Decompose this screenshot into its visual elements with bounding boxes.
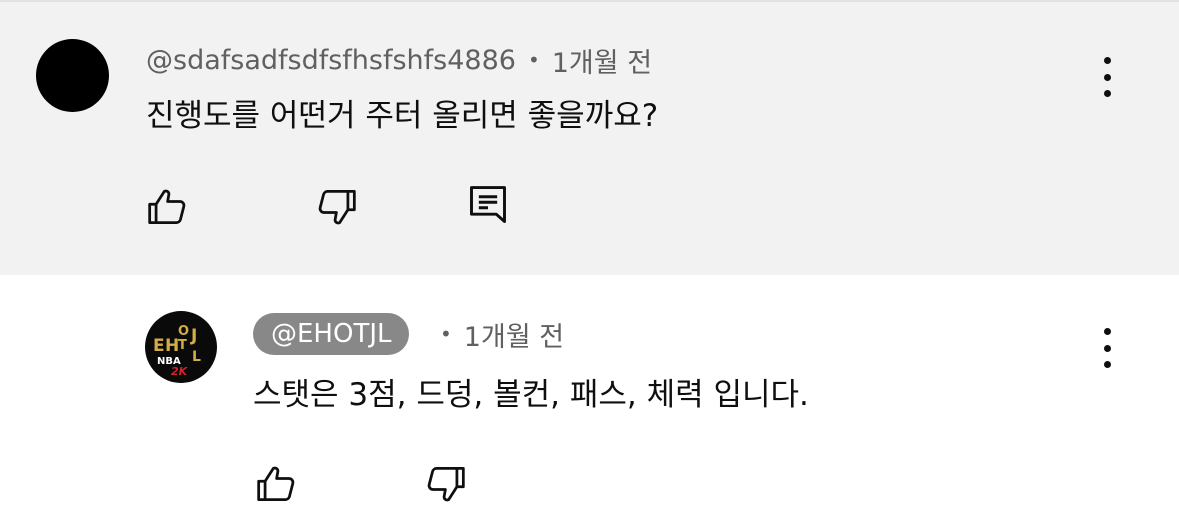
channel-logo-icon: E H O T J L NBA 2K [153, 324, 201, 378]
reply-icon [470, 186, 506, 223]
reply-author[interactable]: @EHOTJL [271, 319, 391, 349]
comment-time[interactable]: 1개월 전 [552, 41, 652, 80]
svg-text:T: T [178, 338, 187, 353]
more-vertical-icon[interactable] [1097, 57, 1117, 97]
meta-separator: • [440, 322, 452, 346]
like-button[interactable] [146, 185, 190, 229]
reply-meta: • 1개월 전 [440, 315, 564, 353]
comment-thread-main: @sdafsadfsdfsfhsfshfs4886 • 1개월 전 진행도를 어… [0, 0, 1179, 275]
more-vertical-icon[interactable] [1097, 328, 1117, 368]
comment-text: 진행도를 어떤거 주터 올리면 좋을까요? [146, 98, 659, 134]
comment-author[interactable]: @sdafsadfsdfsfhsfshfs4886 [146, 45, 516, 76]
dislike-button[interactable] [314, 185, 358, 229]
svg-text:2K: 2K [171, 365, 189, 378]
svg-text:J: J [190, 326, 197, 346]
reply-like-button[interactable] [255, 462, 299, 506]
svg-text:E: E [153, 336, 165, 356]
thumbs-down-icon [318, 190, 356, 225]
reply-button[interactable] [466, 183, 510, 227]
thumbs-up-icon [148, 189, 186, 224]
reply-dislike-button[interactable] [423, 462, 467, 506]
meta-separator: • [527, 48, 540, 72]
thumbs-up-icon [257, 466, 295, 501]
avatar[interactable]: E H O T J L NBA 2K [145, 311, 217, 383]
svg-text:O: O [178, 324, 189, 339]
comment-meta: @sdafsadfsdfsfhsfshfs4886 • 1개월 전 [146, 41, 652, 80]
svg-text:L: L [192, 349, 201, 365]
avatar[interactable] [36, 39, 109, 112]
reply-text: 스탯은 3점, 드덩, 볼컨, 패스, 체력 입니다. [253, 377, 809, 413]
reply-time[interactable]: 1개월 전 [464, 315, 564, 354]
reply-author-badge[interactable]: @EHOTJL [253, 313, 410, 355]
thumbs-down-icon [427, 467, 465, 502]
